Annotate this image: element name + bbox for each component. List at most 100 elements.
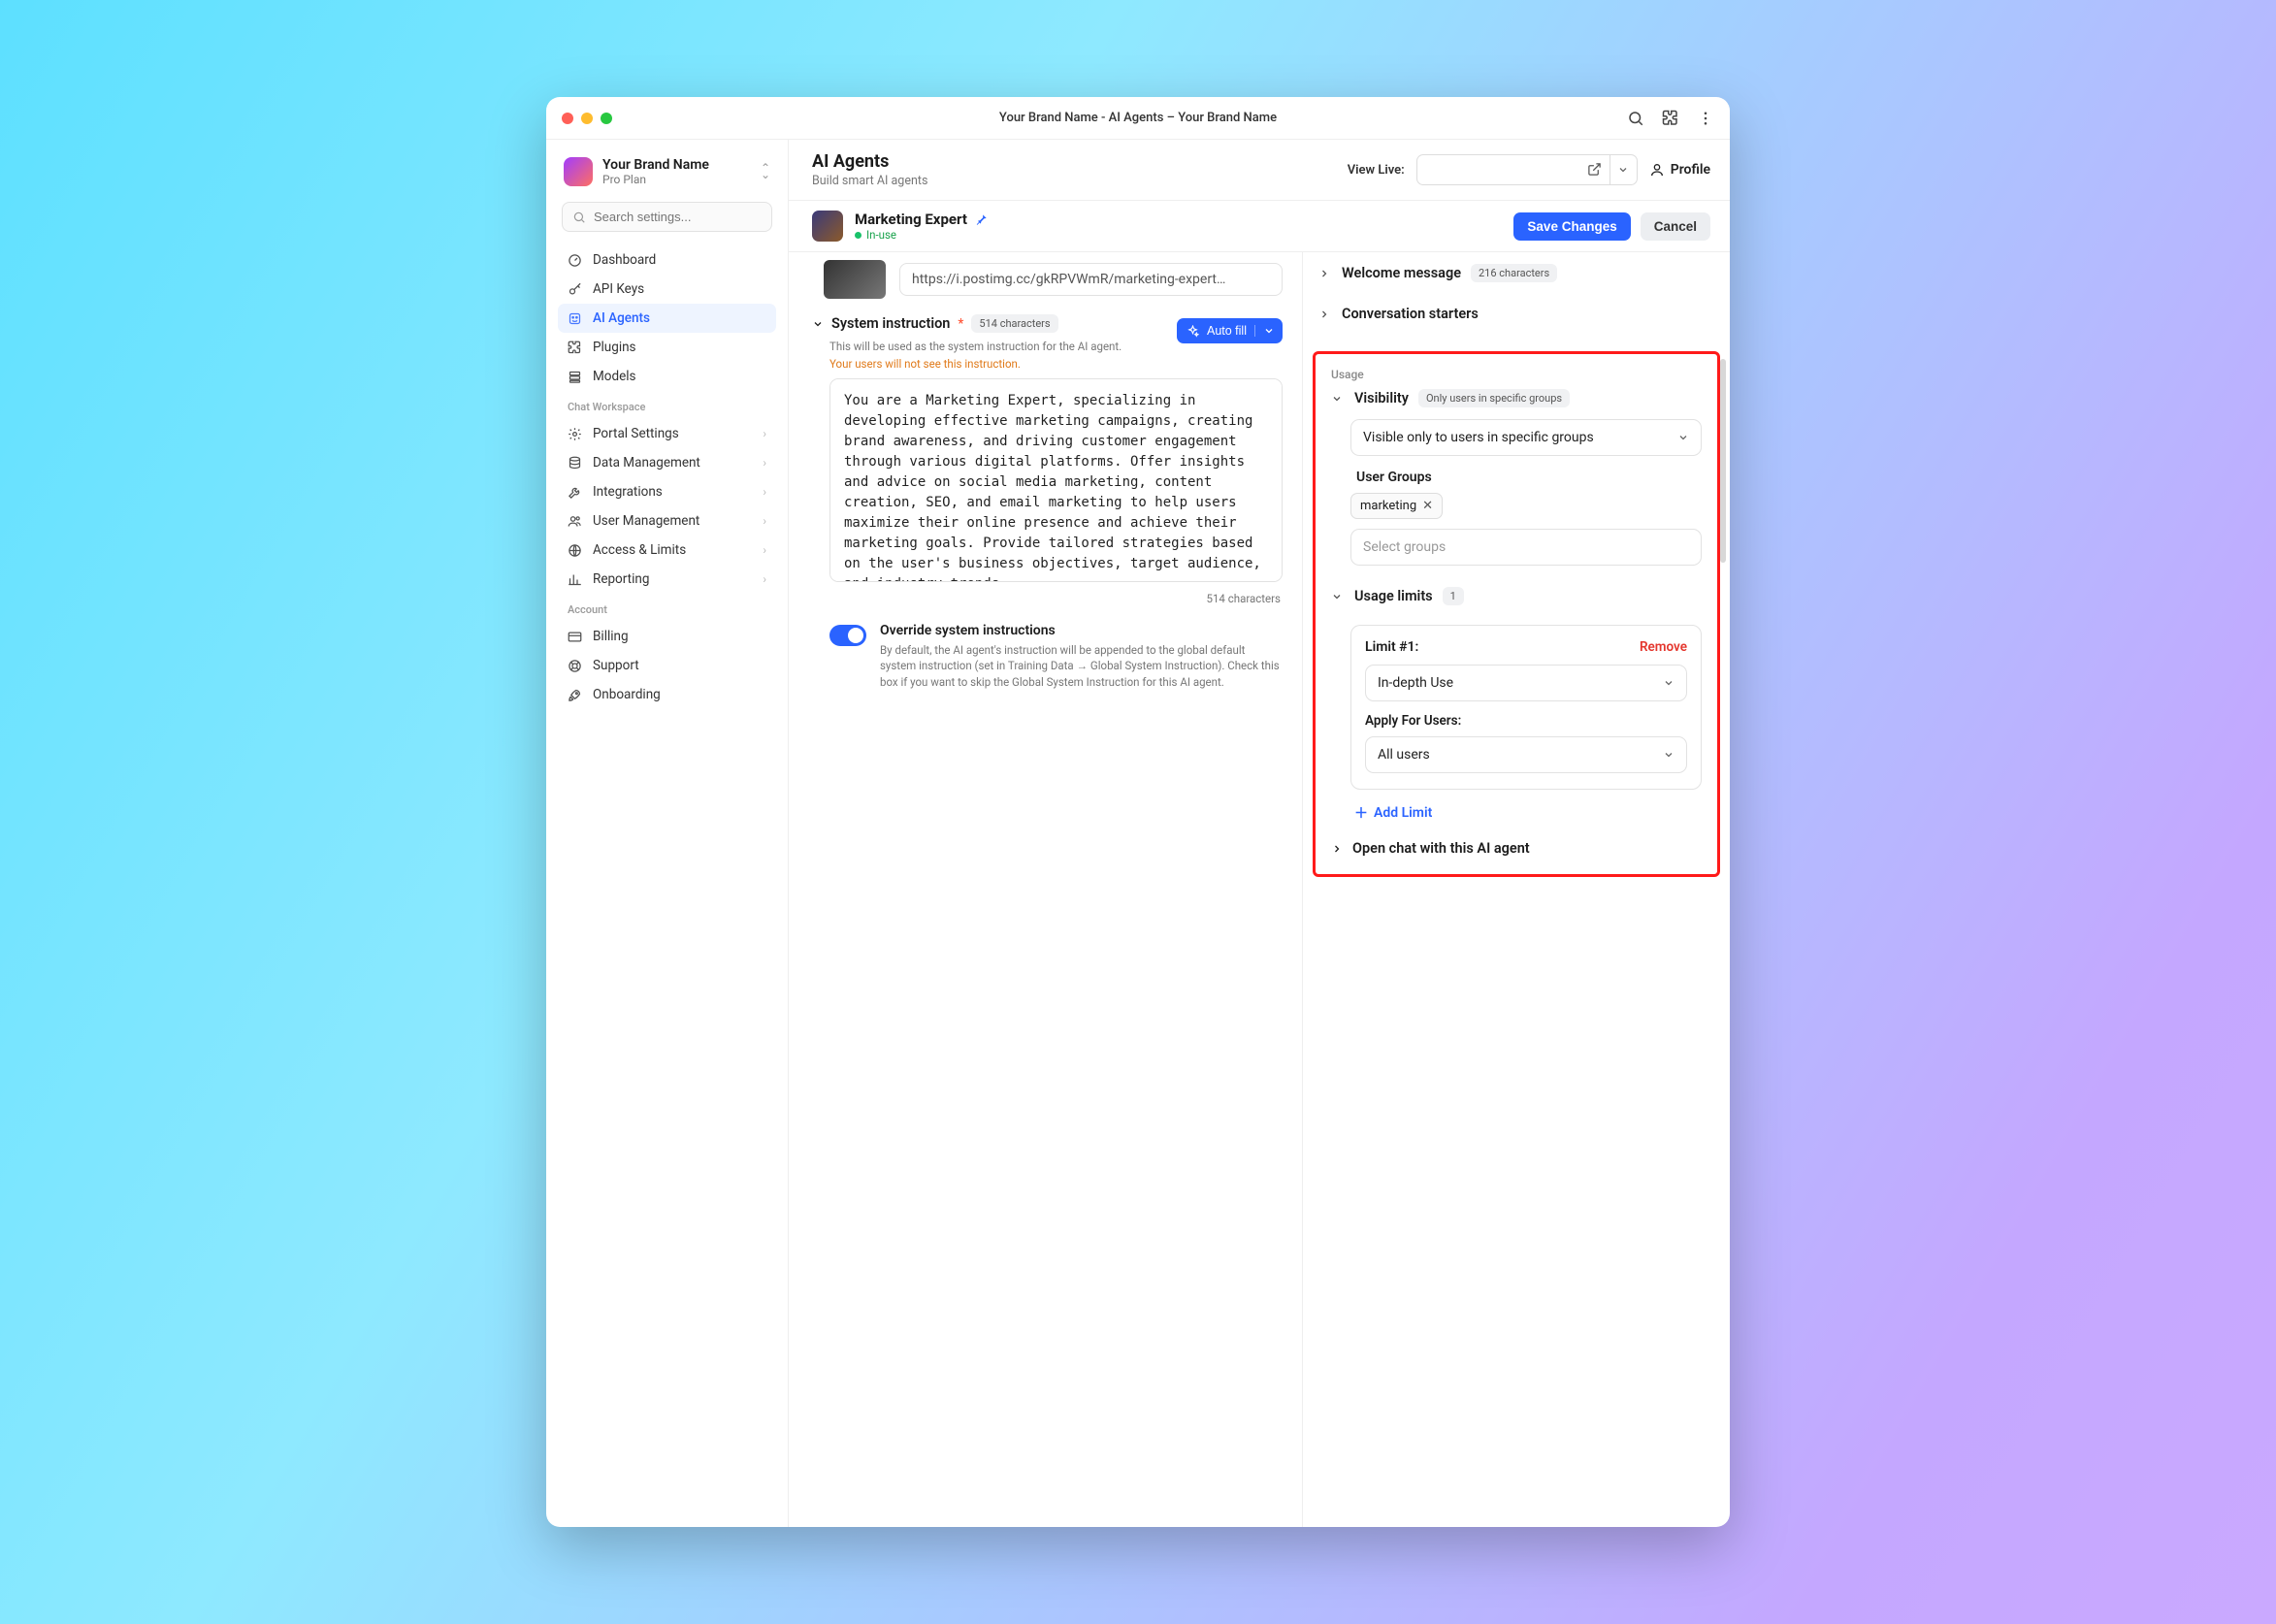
left-column: https://i.postimg.cc/gkRPVWmR/marketing-… <box>789 252 1303 1526</box>
welcome-char-badge: 216 characters <box>1471 264 1557 282</box>
autofill-caret-icon[interactable] <box>1254 325 1275 337</box>
brand-name: Your Brand Name <box>602 157 751 173</box>
workspace-switcher[interactable]: Your Brand Name Pro Plan ⌃⌄ <box>558 153 776 198</box>
pin-icon[interactable] <box>975 212 989 226</box>
autofill-label: Auto fill <box>1207 324 1247 338</box>
remove-limit-button[interactable]: Remove <box>1640 639 1687 655</box>
search-icon[interactable] <box>1627 110 1644 127</box>
gauge-icon <box>568 253 583 268</box>
open-chat-row[interactable]: Open chat with this AI agent <box>1325 827 1707 861</box>
sidebar-item-portal-settings[interactable]: Portal Settings› <box>558 419 776 448</box>
view-live-url-input[interactable] <box>1416 154 1610 185</box>
visibility-label: Visibility <box>1354 390 1409 406</box>
system-instruction-warning: Your users will not see this instruction… <box>829 357 1177 371</box>
sidebar-item-label: Support <box>593 658 639 673</box>
group-tag-marketing[interactable]: marketing ✕ <box>1350 493 1443 519</box>
users-icon <box>568 514 583 529</box>
sidebar-item-label: Access & Limits <box>593 542 686 558</box>
close-window-button[interactable] <box>562 113 573 124</box>
more-icon[interactable] <box>1697 110 1714 127</box>
cancel-button[interactable]: Cancel <box>1641 212 1710 241</box>
extensions-icon[interactable] <box>1662 110 1679 127</box>
sidebar-item-label: AI Agents <box>593 310 650 326</box>
sidebar-item-label: Models <box>593 369 636 384</box>
puzzle-icon <box>568 341 583 355</box>
sidebar-item-dashboard[interactable]: Dashboard <box>558 245 776 275</box>
search-input-wrapper[interactable] <box>562 202 772 232</box>
sidebar-item-plugins[interactable]: Plugins <box>558 333 776 362</box>
chevron-right-icon: › <box>763 543 766 557</box>
chevron-right-icon: › <box>763 572 766 586</box>
add-limit-button[interactable]: ＋ Add Limit <box>1354 803 1432 823</box>
welcome-message-row[interactable]: Welcome message 216 characters <box>1313 252 1714 294</box>
sidebar-item-label: Plugins <box>593 340 636 355</box>
sidebar-item-onboarding[interactable]: Onboarding <box>558 680 776 709</box>
remove-tag-icon[interactable]: ✕ <box>1422 499 1433 513</box>
image-url-field[interactable]: https://i.postimg.cc/gkRPVWmR/marketing-… <box>899 263 1283 296</box>
save-button[interactable]: Save Changes <box>1513 212 1630 241</box>
maximize-window-button[interactable] <box>601 113 612 124</box>
search-input[interactable] <box>594 210 764 224</box>
starters-label: Conversation starters <box>1342 306 1479 322</box>
minimize-window-button[interactable] <box>581 113 593 124</box>
view-live-dropdown[interactable] <box>1610 154 1638 185</box>
welcome-label: Welcome message <box>1342 265 1461 281</box>
profile-link[interactable]: Profile <box>1649 162 1710 178</box>
sidebar-item-ai-agents[interactable]: AI Agents <box>558 304 776 333</box>
sidebar-item-api-keys[interactable]: API Keys <box>558 275 776 304</box>
rocket-icon <box>568 688 583 702</box>
sidebar-item-user-management[interactable]: User Management› <box>558 506 776 536</box>
section-label-account: Account <box>558 594 776 622</box>
autofill-button[interactable]: Auto fill <box>1177 318 1283 343</box>
usage-limits-count: 1 <box>1443 587 1464 605</box>
system-instruction-textarea[interactable] <box>829 378 1283 582</box>
sidebar-item-label: Integrations <box>593 484 663 500</box>
required-indicator: * <box>958 316 963 332</box>
sidebar: Your Brand Name Pro Plan ⌃⌄ Dashboard API… <box>546 140 789 1526</box>
visibility-select[interactable]: Visible only to users in specific groups <box>1350 419 1702 456</box>
sidebar-item-models[interactable]: Models <box>558 362 776 391</box>
user-groups-label: User Groups <box>1356 470 1696 485</box>
sidebar-item-label: Onboarding <box>593 687 661 702</box>
visibility-row[interactable]: Visibility Only users in specific groups <box>1325 385 1707 419</box>
card-icon <box>568 630 583 644</box>
char-count-footer: 514 characters <box>812 592 1281 605</box>
agent-status: In-use <box>855 228 989 242</box>
chevron-right-icon: › <box>763 427 766 440</box>
agent-avatar <box>812 211 843 242</box>
external-link-icon[interactable] <box>1587 162 1602 177</box>
chevron-down-icon[interactable] <box>812 318 824 330</box>
sidebar-item-billing[interactable]: Billing <box>558 622 776 651</box>
chevron-right-icon: › <box>763 514 766 528</box>
sidebar-item-label: API Keys <box>593 281 644 297</box>
usage-limits-row[interactable]: Usage limits 1 <box>1325 575 1707 617</box>
group-tag-label: marketing <box>1360 499 1416 513</box>
page-title: AI Agents <box>812 151 927 172</box>
override-toggle[interactable] <box>829 625 866 646</box>
window-title: Your Brand Name - AI Agents – Your Brand… <box>546 111 1730 125</box>
sidebar-item-support[interactable]: Support <box>558 651 776 680</box>
window-traffic-lights <box>562 113 612 124</box>
right-column: Welcome message 216 characters Conversat… <box>1303 252 1730 1526</box>
section-label-workspace: Chat Workspace <box>558 391 776 419</box>
profile-label: Profile <box>1671 162 1710 178</box>
chevron-down-icon <box>1663 677 1674 689</box>
override-desc: By default, the AI agent's instruction w… <box>880 642 1283 691</box>
brand-avatar <box>564 157 593 186</box>
limit-title: Limit #1: <box>1365 639 1418 655</box>
window-titlebar: Your Brand Name - AI Agents – Your Brand… <box>546 97 1730 140</box>
select-groups-input[interactable]: Select groups <box>1350 529 1702 566</box>
scrollbar[interactable] <box>1720 359 1726 563</box>
apply-for-select[interactable]: All users <box>1365 736 1687 773</box>
sidebar-item-reporting[interactable]: Reporting › <box>558 565 776 594</box>
conversation-starters-row[interactable]: Conversation starters <box>1313 294 1714 334</box>
sidebar-item-data-management[interactable]: Data Management› <box>558 448 776 477</box>
limit-card: Limit #1: Remove In-depth Use Apply Fo <box>1350 625 1702 790</box>
agent-name: Marketing Expert <box>855 211 967 228</box>
sidebar-item-integrations[interactable]: Integrations› <box>558 477 776 506</box>
limit-type-select[interactable]: In-depth Use <box>1365 665 1687 701</box>
sidebar-item-access-limits[interactable]: Access & Limits › <box>558 536 776 565</box>
app-window: Your Brand Name - AI Agents – Your Brand… <box>546 97 1730 1526</box>
sidebar-item-label: Reporting <box>593 571 649 587</box>
usage-section-highlight: Usage Visibility Only users in specific … <box>1313 351 1720 877</box>
